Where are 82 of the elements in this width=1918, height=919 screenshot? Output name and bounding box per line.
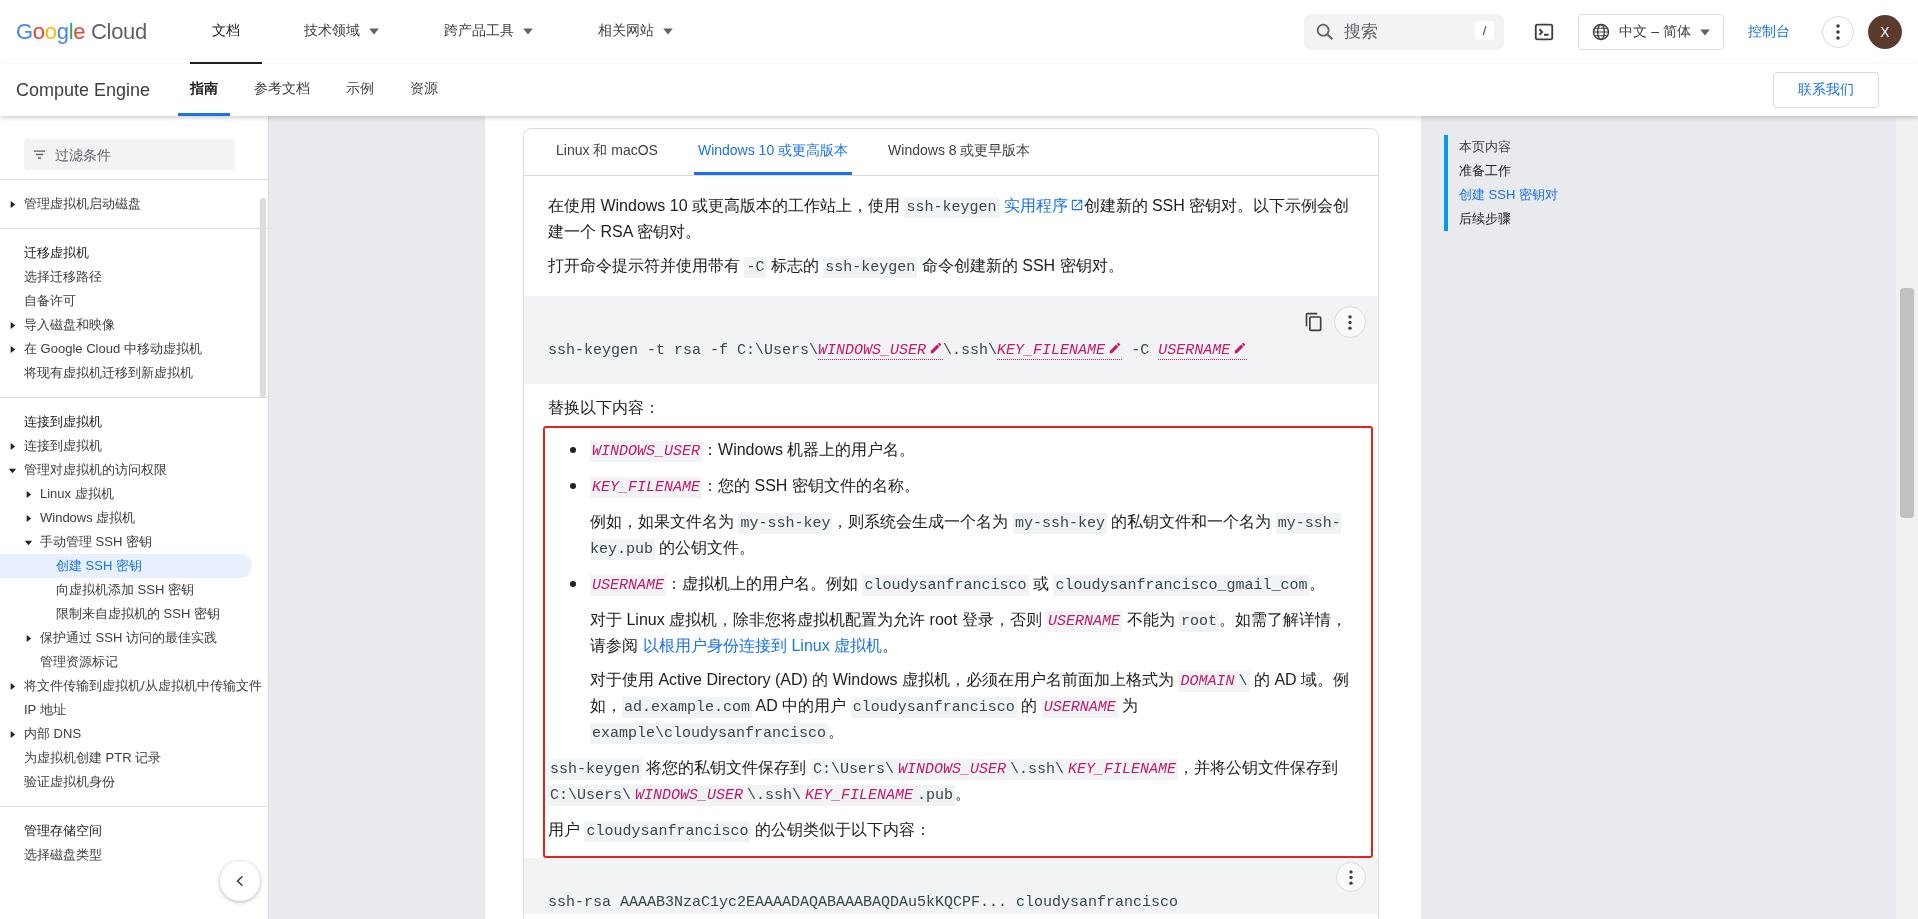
os-tab[interactable]: Windows 8 或更早版本 [884,129,1035,175]
more-vert-icon [1348,314,1352,330]
sidebar-item[interactable]: 验证虚拟机身份 [0,770,119,794]
sidebar-item[interactable]: 连接到虚拟机 [0,410,106,434]
link[interactable]: 以根用户身份连接到 Linux 虚拟机 [643,637,883,654]
os-tab[interactable]: Linux 和 macOS [552,129,662,175]
sidebar-item[interactable]: 将现有虚拟机迁移到新虚拟机 [0,361,197,385]
pencil-icon [1233,341,1248,355]
sidebar-item[interactable]: 选择磁盘类型 [0,843,106,867]
avatar[interactable]: X [1868,15,1902,49]
sidebar-item[interactable]: 保护通过 SSH 访问的最佳实践 [0,626,221,650]
sidebar-item[interactable]: 手动管理 SSH 密钥 [0,530,156,554]
sidebar-item[interactable]: 创建 SSH 密钥 [0,554,252,578]
paragraph: 对于 Linux 虚拟机，除非您将虚拟机配置为允许 root 登录，否则 USERNAME 不能为 root。如需了解详情，请参阅 以根用户身份连接到 Linux 虚拟机。 [590,610,1348,656]
list-item-text: KEY_FILENAME：您的 SSH 密钥文件的名称。 [590,476,920,500]
sidebar-item[interactable]: 管理对虚拟机的访问权限 [0,458,171,482]
console-link[interactable]: 控制台 [1748,23,1790,41]
paragraph: 打开命令提示符并使用带有 -C 标志的 ssh-keygen 命令创建新的 SSH 密钥对。 [548,256,1125,280]
more-vert-icon [1836,24,1840,40]
external-link[interactable]: 实用程序 [1003,197,1084,214]
nav-tab[interactable]: 技术领域 [282,0,402,64]
terminal-icon [1533,21,1556,43]
sidebar-item[interactable]: 管理虚拟机启动磁盘 [0,192,145,216]
sidebar-item[interactable]: 为虚拟机创建 PTR 记录 [0,746,166,770]
filter-icon [34,150,45,159]
logo[interactable]: Google Cloud [16,19,176,45]
editable-variable[interactable]: USERNAME [1158,342,1248,360]
globe-icon [1591,22,1612,42]
bullet-icon [570,483,576,489]
sidebar-item[interactable]: 连接到虚拟机 [0,434,106,458]
toc-link[interactable]: 准备工作 [1459,159,1896,183]
code-line: ssh-rsa AAAAB3NzaC1yc2EAAAADAQABAAABAQDAu5kKQCPF... cloudysanfrancisco [548,893,1180,913]
section-tab[interactable]: 示例 [334,64,387,116]
chevron-left-icon [236,875,244,887]
paragraph: 例如，如果文件名为 my-ssh-key，则系统会生成一个名为 my-ssh-key 的私钥文件和一个名为 my-ssh-key.pub 的公钥文件。 [590,512,1342,562]
copy-icon [1304,312,1324,332]
sidebar-item[interactable]: 管理资源标记 [0,650,122,674]
section-tab[interactable]: 资源 [398,64,451,116]
page-scrollbar[interactable] [1896,116,1918,919]
paragraph: 替换以下内容： [548,398,661,418]
sidebar-item[interactable]: 自备许可 [0,289,80,313]
sidebar-scrollbar[interactable] [260,198,266,398]
paragraph: ssh-keygen 将您的私钥文件保存到 C:\Users\ WINDOWS_USER \.ssh\ KEY_FILENAME，并将公钥文件保存到 C:\Users\ WINDOWS_USER \.ssh\ KEY_FILENAME .pub。 [548,758,1339,808]
toc-link[interactable]: 创建 SSH 密钥对 [1459,183,1896,207]
sidebar-item[interactable]: Windows 虚拟机 [0,506,140,530]
more-button[interactable] [1336,862,1366,892]
sidebar-item[interactable]: 选择迁移路径 [0,265,106,289]
sidebar-item[interactable]: 导入磁盘和映像 [0,313,119,337]
sidebar-item[interactable]: 向虚拟机添加 SSH 密钥 [0,578,198,602]
editable-variable[interactable]: KEY_FILENAME [997,342,1123,360]
paragraph: 用户 cloudysanfrancisco 的公钥类似于以下内容： [548,820,932,844]
sidebar-item[interactable]: Linux 虚拟机 [0,482,118,506]
nav-tab[interactable]: 跨产品工具 [422,0,556,64]
language-selector[interactable]: 中文 – 简体 [1578,14,1724,50]
sidebar-item[interactable]: 限制来自虚拟机的 SSH 密钥 [0,602,224,626]
filter-field[interactable]: 过滤条件 [24,139,235,170]
pencil-icon [929,341,944,355]
contact-button[interactable]: 联系我们 [1773,72,1879,108]
toc-link[interactable]: 后续步骤 [1459,207,1896,231]
sidebar-item[interactable]: 管理存储空间 [0,819,106,843]
os-tab[interactable]: Windows 10 或更高版本 [693,129,853,175]
bullet-icon [570,447,576,453]
more-vert-icon [1349,869,1353,885]
sidebar-item[interactable]: 将文件传输到虚拟机/从虚拟机中传输文件 [0,674,266,698]
sidebar-item[interactable]: IP 地址 [0,698,70,722]
sidebar-item[interactable]: 迁移虚拟机 [0,241,93,265]
sidebar-item[interactable]: 在 Google Cloud 中移动虚拟机 [0,337,206,361]
bullet-icon [570,581,576,587]
paragraph: 在使用 Windows 10 或更高版本的工作站上，使用 ssh-keygen 实用程序 创建新的 SSH 密钥对。以下示例会创建一个 RSA 密钥对。 [548,196,1351,242]
pencil-icon [1108,341,1123,355]
scrollbar-thumb[interactable] [1900,288,1914,518]
code-line: ssh-keygen -t rsa -f C:\Users\WINDOWS_USER \.ssh\KEY_FILENAME -C USERNAME [548,338,1366,364]
paragraph: 对于使用 Active Directory (AD) 的 Windows 虚拟机，必须在用户名前面加上格式为 DOMAIN \ 的 AD 域。例如，ad.example.com AD 中的用户 cloudysanfrancisco 的 USERNAME 为 example\cloudysanfrancisco。 [590,670,1351,746]
section-tab[interactable]: 参考文档 [242,64,323,116]
sidebar-item[interactable]: 内部 DNS [0,722,86,746]
list-item-text: WINDOWS_USER：Windows 机器上的用户名。 [590,440,916,464]
nav-tab[interactable]: 相关网站 [576,0,696,64]
toc-title: 本页内容 [1459,138,1512,156]
external-link-icon [1069,198,1084,212]
editable-variable[interactable]: WINDOWS_USER [818,342,944,360]
list-item-text: USERNAME：虚拟机上的用户名。例如 cloudysanfrancisco 或 cloudysanfrancisco_gmail_com。 [590,574,1326,598]
product-name: Compute Engine [16,79,151,101]
